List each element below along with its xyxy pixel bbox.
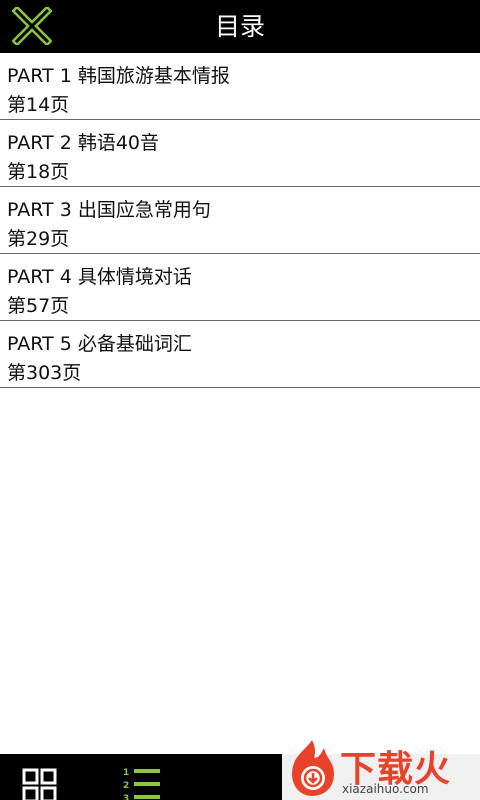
numbered-list-icon: 1 2 3 bbox=[123, 768, 160, 800]
screen: 目录 PART 1 韩国旅游基本情报 第14页 PART 2 韩语40音 第18… bbox=[0, 0, 480, 800]
toc-item-1[interactable]: PART 1 韩国旅游基本情报 第14页 bbox=[0, 53, 480, 120]
watermark-url: xiazaihuo.com bbox=[342, 782, 429, 796]
toc-item-title: PART 5 必备基础词汇 bbox=[7, 333, 192, 355]
header-bar: 目录 bbox=[0, 0, 480, 53]
list-number-3: 3 bbox=[123, 794, 129, 800]
toc-item-page: 第303页 bbox=[7, 362, 82, 384]
toc-item-title: PART 1 韩国旅游基本情报 bbox=[7, 65, 230, 87]
toc-item-page: 第29页 bbox=[7, 228, 70, 250]
grid-icon bbox=[22, 768, 57, 800]
close-button[interactable] bbox=[10, 6, 54, 46]
toc-item-3[interactable]: PART 3 出国应急常用句 第29页 bbox=[0, 187, 480, 254]
toc-item-title: PART 3 出国应急常用句 bbox=[7, 199, 211, 221]
toc-item-title: PART 2 韩语40音 bbox=[7, 132, 160, 154]
toc-item-2[interactable]: PART 2 韩语40音 第18页 bbox=[0, 120, 480, 187]
grid-view-button[interactable] bbox=[22, 768, 58, 800]
toc-list: PART 1 韩国旅游基本情报 第14页 PART 2 韩语40音 第18页 P… bbox=[0, 53, 480, 388]
flame-logo-icon bbox=[292, 740, 334, 796]
close-x-icon bbox=[12, 7, 52, 45]
toc-item-title: PART 4 具体情境对话 bbox=[7, 266, 192, 288]
toc-item-4[interactable]: PART 4 具体情境对话 第57页 bbox=[0, 254, 480, 321]
toc-item-page: 第14页 bbox=[7, 94, 70, 116]
list-number-2: 2 bbox=[123, 781, 129, 791]
toc-item-page: 第57页 bbox=[7, 295, 70, 317]
page-title: 目录 bbox=[214, 12, 265, 41]
list-number-1: 1 bbox=[123, 768, 129, 778]
watermark: 下载火 xiazaihuo.com bbox=[282, 738, 480, 800]
toc-item-page: 第18页 bbox=[7, 161, 70, 183]
list-view-button[interactable]: 1 2 3 bbox=[120, 766, 164, 800]
toc-item-5[interactable]: PART 5 必备基础词汇 第303页 bbox=[0, 321, 480, 388]
